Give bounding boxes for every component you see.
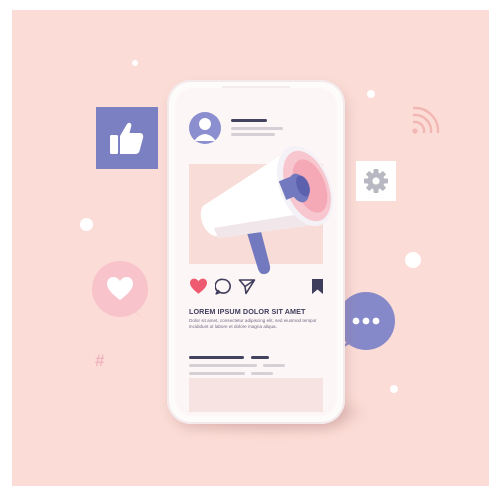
post-title: LOREM IPSUM DOLOR SIT AMET bbox=[189, 307, 306, 316]
comment-line bbox=[189, 356, 244, 359]
like-card bbox=[96, 107, 158, 169]
bookmark-icon[interactable] bbox=[311, 278, 324, 295]
comment-line bbox=[251, 356, 269, 359]
send-icon[interactable] bbox=[238, 278, 256, 295]
hash-symbol: # bbox=[95, 351, 105, 370]
gear-icon bbox=[364, 169, 388, 193]
chat-bubble bbox=[337, 292, 395, 350]
decor-dot bbox=[405, 252, 421, 268]
thumbs-up-icon bbox=[110, 122, 144, 154]
heart-bubble bbox=[92, 261, 148, 319]
username-line bbox=[231, 119, 267, 122]
decor-dot bbox=[132, 60, 138, 66]
comment-line bbox=[189, 364, 257, 367]
comment-line bbox=[263, 364, 285, 367]
like-heart-icon[interactable] bbox=[189, 278, 208, 295]
decor-dot bbox=[367, 90, 375, 98]
heart-icon bbox=[107, 277, 133, 300]
comment-icon[interactable] bbox=[215, 278, 232, 295]
decor-dot bbox=[80, 218, 93, 231]
bubble-tail bbox=[124, 303, 144, 319]
settings-card bbox=[356, 161, 396, 201]
chat-dots-icon bbox=[352, 317, 380, 325]
post-body: Dolor sit amet, consectetur adipiscing e… bbox=[189, 318, 317, 329]
megaphone-icon bbox=[200, 145, 334, 275]
wifi-signal-icon bbox=[412, 106, 440, 134]
illustration-scene: # LOREM IPSUM DOLOR SIT AMET Dolor sit a… bbox=[12, 10, 489, 486]
comment-line bbox=[251, 372, 273, 375]
decor-dot bbox=[390, 385, 398, 393]
comment-line bbox=[189, 372, 245, 375]
next-post-placeholder bbox=[189, 378, 323, 412]
